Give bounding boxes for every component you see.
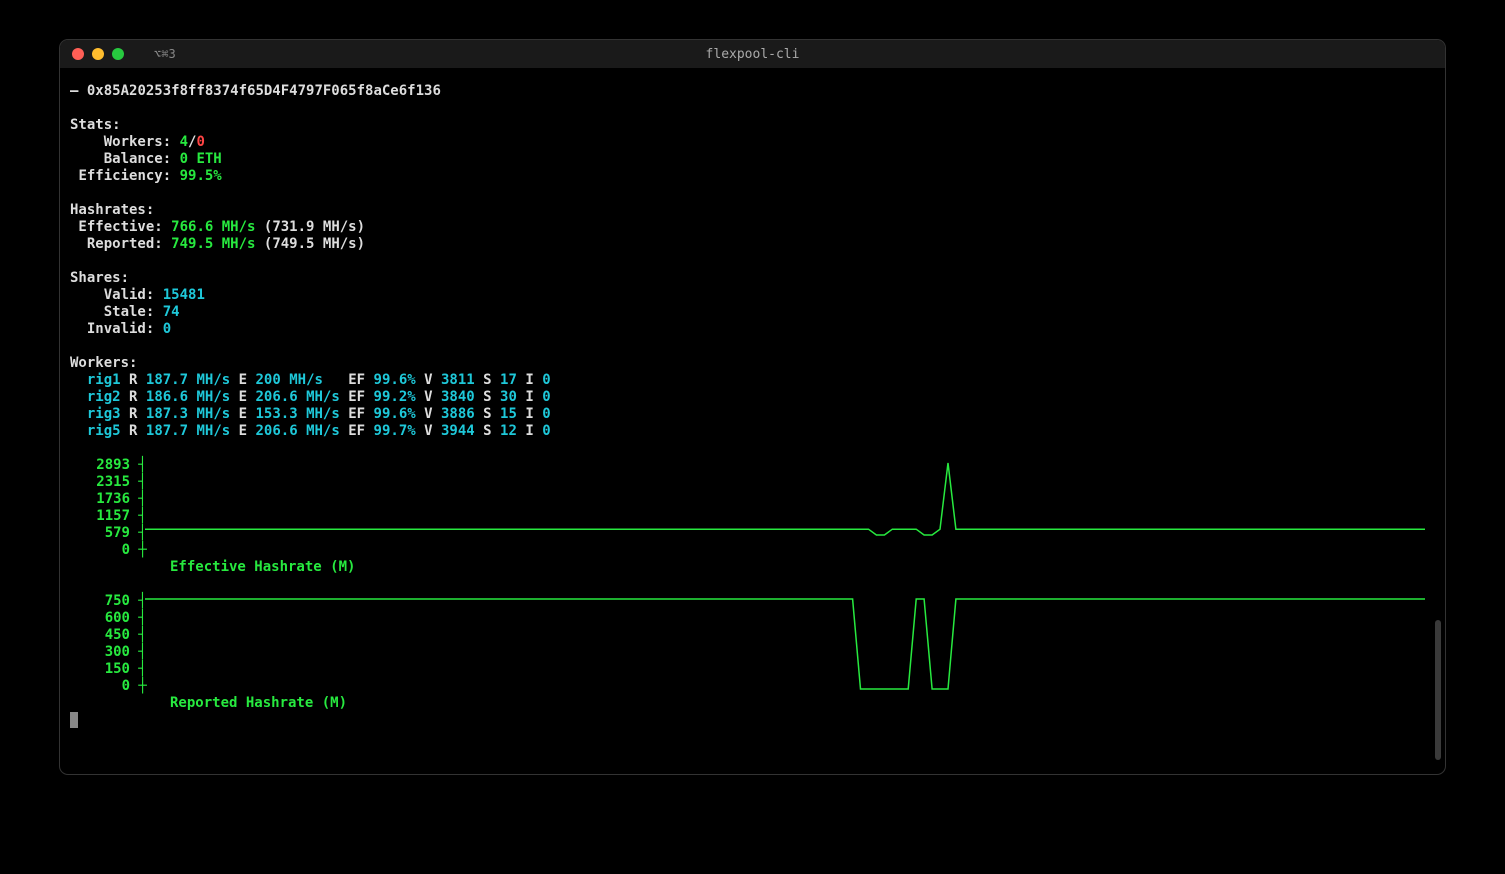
worker-row: rig2 R 186.6 MH/s E 206.6 MH/s EF 99.2% … <box>70 389 1435 406</box>
tab-label: ⌥⌘3 <box>154 47 176 61</box>
workers-online: 4 <box>180 134 188 150</box>
workers-label: Workers: <box>87 134 171 150</box>
stats-header: Stats: <box>70 117 1435 134</box>
worker-row: rig3 R 187.3 MH/s E 153.3 MH/s EF 99.6% … <box>70 406 1435 423</box>
balance-label: Balance: <box>87 151 171 167</box>
reported-label: Reported: <box>70 236 163 252</box>
titlebar: ⌥⌘3 flexpool-cli <box>60 40 1445 68</box>
wallet-address: 0x85A20253f8ff8374f65D4F4797F065f8aCe6f1… <box>87 83 441 99</box>
worker-row: rig5 R 187.7 MH/s E 206.6 MH/s EF 99.7% … <box>70 423 1435 440</box>
chart2-title: Reported Hashrate (M) <box>170 695 347 711</box>
balance-value: 0 ETH <box>180 151 222 167</box>
chart1-title: Effective Hashrate (M) <box>170 559 355 575</box>
stale-label: Stale: <box>87 304 154 320</box>
reported-hashrate-chart: 750 ┤600 ┤450 ┤300 ┤150 ┤0 ┼ <box>70 593 1435 695</box>
worker-row: rig1 R 187.7 MH/s E 200 MH/s EF 99.6% V … <box>70 372 1435 389</box>
terminal-content[interactable]: – 0x85A20253f8ff8374f65D4F4797F065f8aCe6… <box>60 68 1445 744</box>
effective-value: 766.6 MH/s <box>171 219 255 235</box>
reported-paren: (749.5 MH/s) <box>264 236 365 252</box>
traffic-lights <box>72 48 124 60</box>
maximize-icon[interactable] <box>112 48 124 60</box>
valid-label: Valid: <box>87 287 154 303</box>
cursor-icon <box>70 712 78 728</box>
effective-label: Effective: <box>70 219 163 235</box>
workers-offline: 0 <box>196 134 204 150</box>
chart-line-icon <box>145 457 1425 559</box>
minimize-icon[interactable] <box>92 48 104 60</box>
stale-value: 74 <box>163 304 180 320</box>
workers-header: Workers: <box>70 355 1435 372</box>
close-icon[interactable] <box>72 48 84 60</box>
invalid-value: 0 <box>163 321 171 337</box>
effective-paren: (731.9 MH/s) <box>264 219 365 235</box>
window-title: flexpool-cli <box>706 47 800 62</box>
chart-line-icon <box>145 593 1425 695</box>
reported-value: 749.5 MH/s <box>171 236 255 252</box>
effective-hashrate-chart: 2893 ┤2315 ┤1736 ┤1157 ┤579 ┤0 ┼ <box>70 457 1435 559</box>
efficiency-label: Efficiency: <box>78 168 171 184</box>
scrollbar[interactable] <box>1435 620 1441 760</box>
shares-header: Shares: <box>70 270 1435 287</box>
terminal-window: ⌥⌘3 flexpool-cli – 0x85A20253f8ff8374f65… <box>60 40 1445 774</box>
invalid-label: Invalid: <box>87 321 154 337</box>
efficiency-value: 99.5% <box>180 168 222 184</box>
marker: – <box>70 83 78 99</box>
valid-value: 15481 <box>163 287 205 303</box>
hashrates-header: Hashrates: <box>70 202 1435 219</box>
